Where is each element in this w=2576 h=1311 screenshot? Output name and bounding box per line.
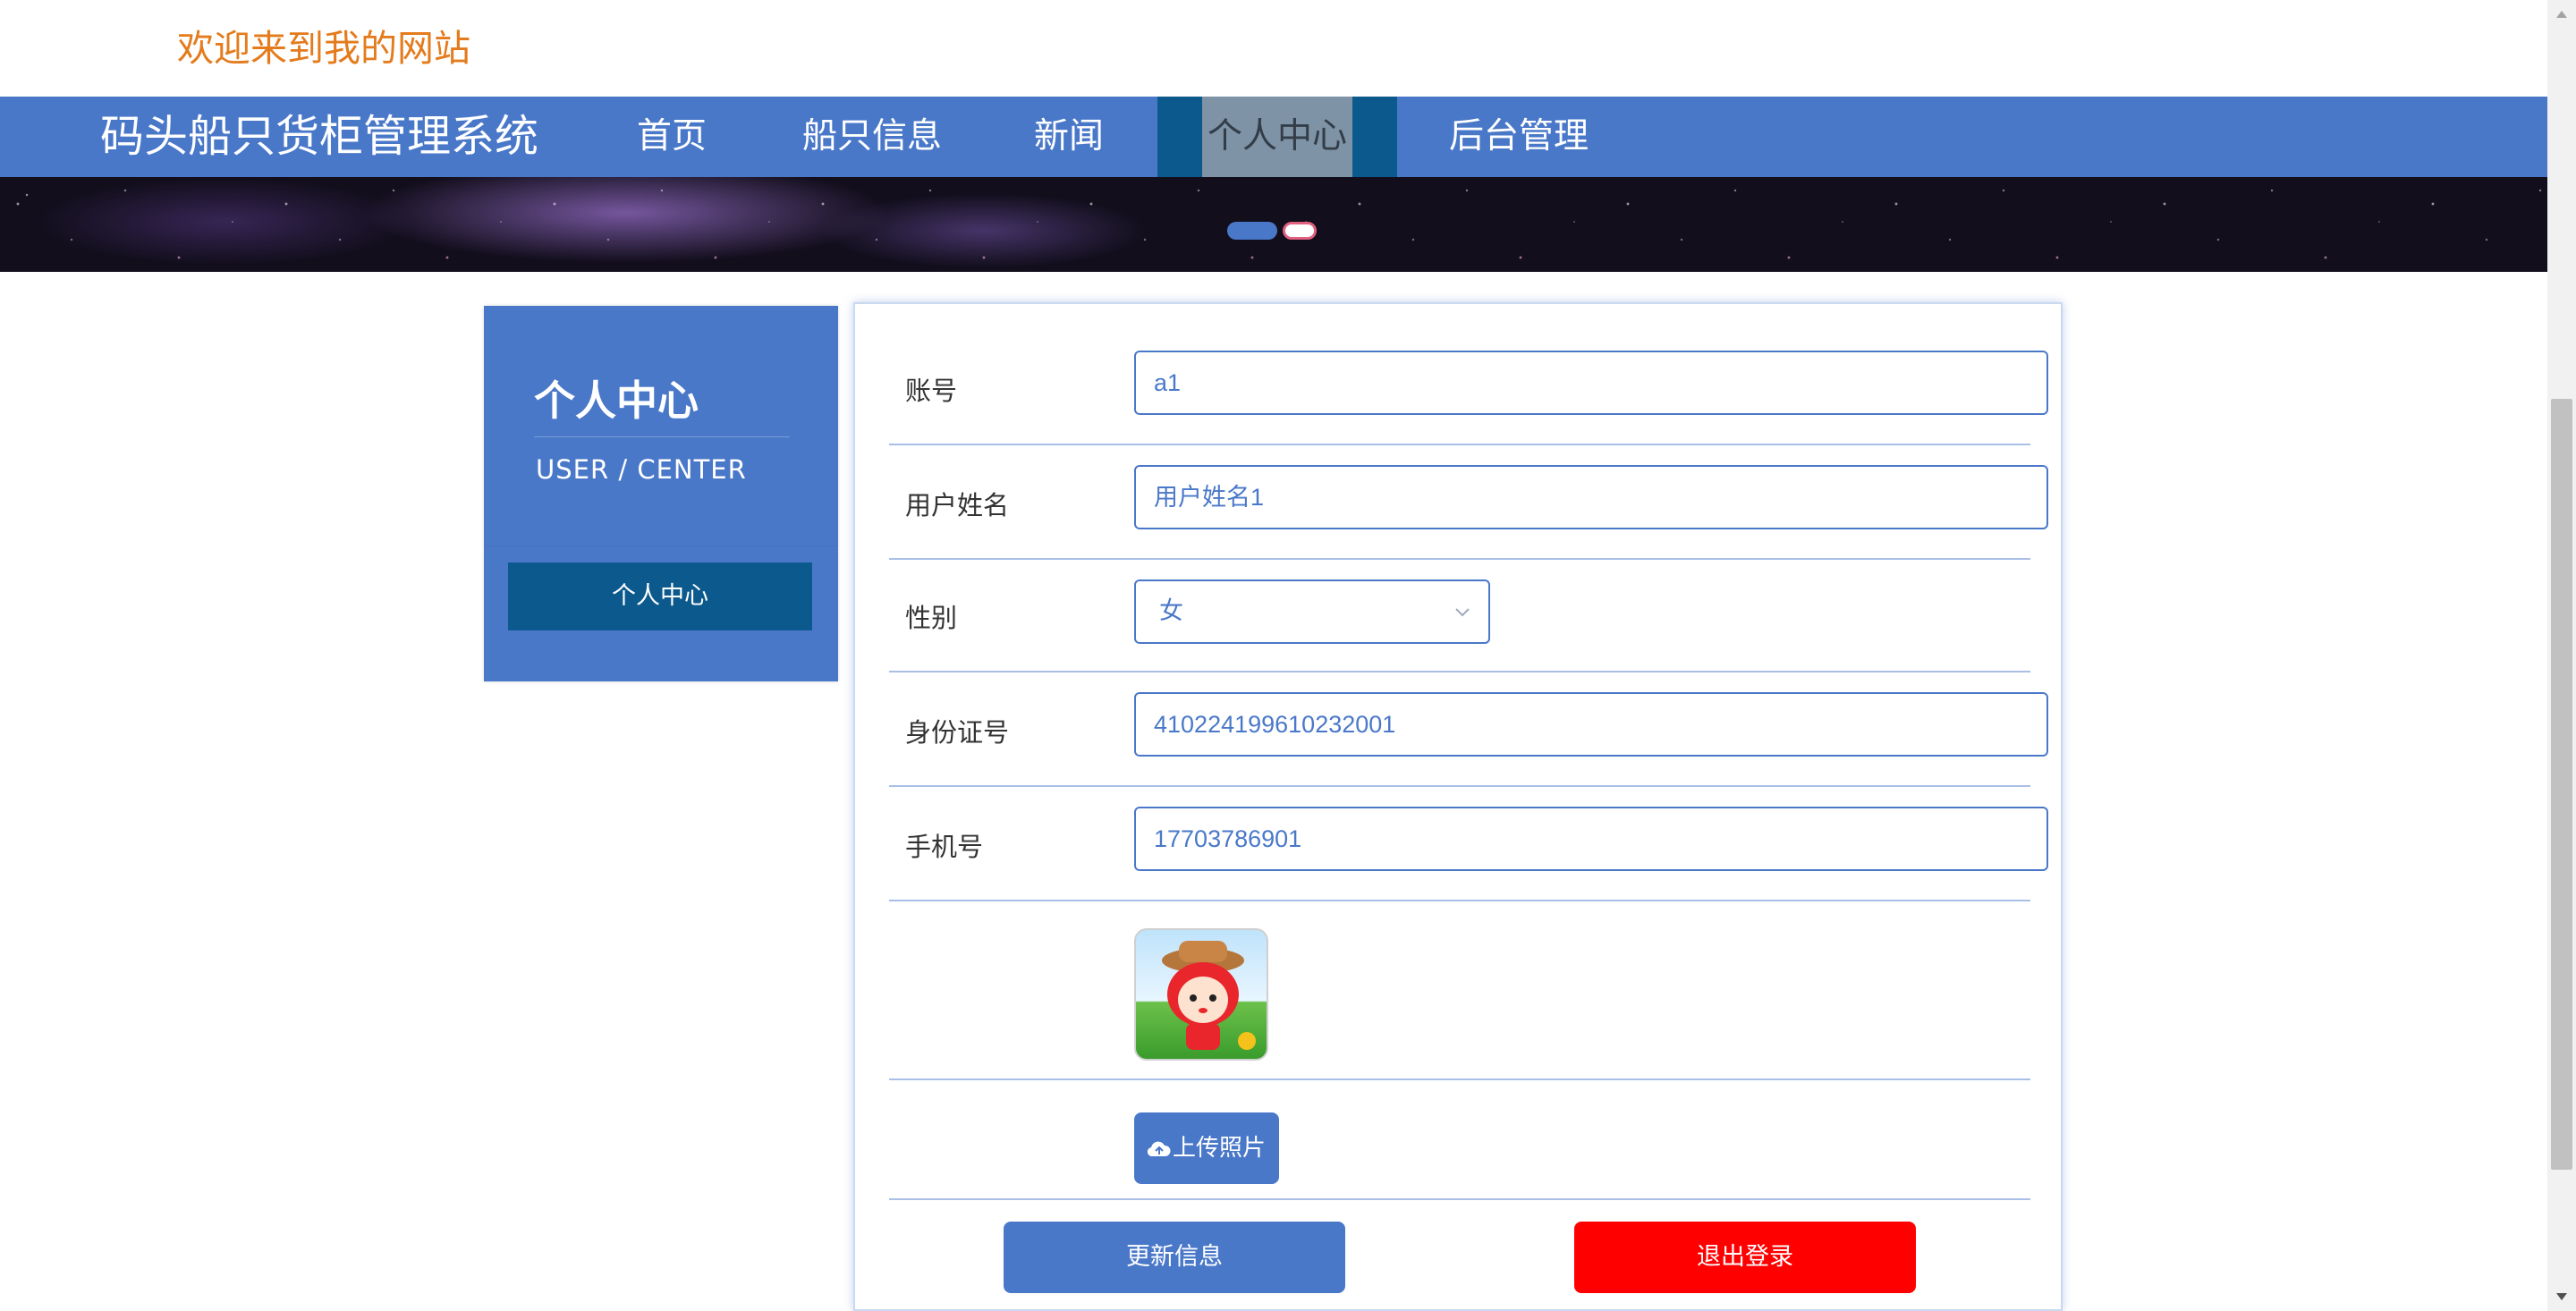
gender-label: 性别 [905, 603, 958, 633]
cloud-upload-icon [1147, 1141, 1171, 1156]
avatar [1134, 928, 1268, 1061]
nav-item-personal-center[interactable]: 个人中心 [1157, 97, 1397, 177]
form-row-phone: 手机号 17703786901 [889, 787, 2048, 901]
carousel-dot-1[interactable] [1227, 222, 1277, 240]
id-number-label: 身份证号 [905, 717, 1010, 748]
sidebar-subtitle: USER / CENTER [536, 454, 747, 485]
form-row-account: 账号 a1 [889, 331, 2048, 445]
update-info-button[interactable]: 更新信息 [1004, 1222, 1345, 1293]
scroll-up-arrow-icon[interactable] [2555, 7, 2569, 21]
sidebar: 个人中心 USER / CENTER 个人中心 [484, 306, 838, 681]
form-row-name: 用户姓名 用户姓名1 [889, 445, 2048, 560]
welcome-bar: 欢迎来到我的网站 [0, 0, 2547, 97]
form-row-id: 身份证号 410224199610232001 [889, 672, 2048, 787]
nav-item-label: 后台管理 [1448, 116, 1589, 156]
form-row-gender: 性别 女 [889, 560, 2030, 672]
page-scrollbar[interactable] [2547, 0, 2576, 1311]
sidebar-title: 个人中心 [534, 376, 699, 425]
nav-item-label: 船只信息 [801, 116, 942, 156]
nav-item-news[interactable]: 新闻 [1020, 97, 1118, 177]
logout-button[interactable]: 退出登录 [1574, 1222, 1916, 1293]
nav-item-admin[interactable]: 后台管理 [1440, 97, 1597, 177]
name-label: 用户姓名 [905, 490, 1010, 520]
site-title: 码头船只货柜管理系统 [100, 111, 539, 162]
scrollbar-thumb[interactable] [2551, 399, 2572, 1170]
phone-field[interactable]: 17703786901 [1134, 807, 2048, 871]
carousel-dot-2[interactable] [1283, 222, 1317, 240]
scroll-down-arrow-icon[interactable] [2555, 1290, 2569, 1304]
form-row-avatar [889, 901, 2030, 1080]
profile-form-card: 账号 a1 用户姓名 用户姓名1 性别 女 身份证号 4102241996102… [853, 302, 2063, 1311]
gender-select[interactable]: 女 [1134, 579, 1490, 644]
account-field[interactable]: a1 [1134, 351, 2048, 415]
nav-item-label: 个人中心 [1201, 97, 1352, 177]
upload-photo-label: 上传照片 [1172, 1135, 1266, 1162]
nav-item-label: 首页 [636, 116, 707, 156]
upload-photo-button[interactable]: 上传照片 [1134, 1112, 1279, 1184]
id-number-field[interactable]: 410224199610232001 [1134, 692, 2048, 757]
nav-item-ships[interactable]: 船只信息 [796, 97, 948, 177]
phone-label: 手机号 [905, 832, 984, 862]
name-field[interactable]: 用户姓名1 [1134, 465, 2048, 529]
main-navbar: 码头船只货柜管理系统 首页 船只信息 新闻 个人中心 后台管理 [0, 97, 2547, 177]
sidebar-item-personal-center[interactable]: 个人中心 [508, 562, 812, 630]
sidebar-divider [534, 436, 790, 437]
welcome-text: 欢迎来到我的网站 [177, 27, 470, 70]
account-label: 账号 [905, 376, 958, 406]
nav-item-home[interactable]: 首页 [621, 97, 723, 177]
chevron-down-icon [1455, 608, 1470, 617]
nav-item-label: 新闻 [1033, 116, 1104, 156]
form-row-upload: 上传照片 [889, 1080, 2030, 1200]
avatar-cartoon-image [1162, 941, 1256, 1050]
gender-select-value: 女 [1159, 597, 1183, 625]
